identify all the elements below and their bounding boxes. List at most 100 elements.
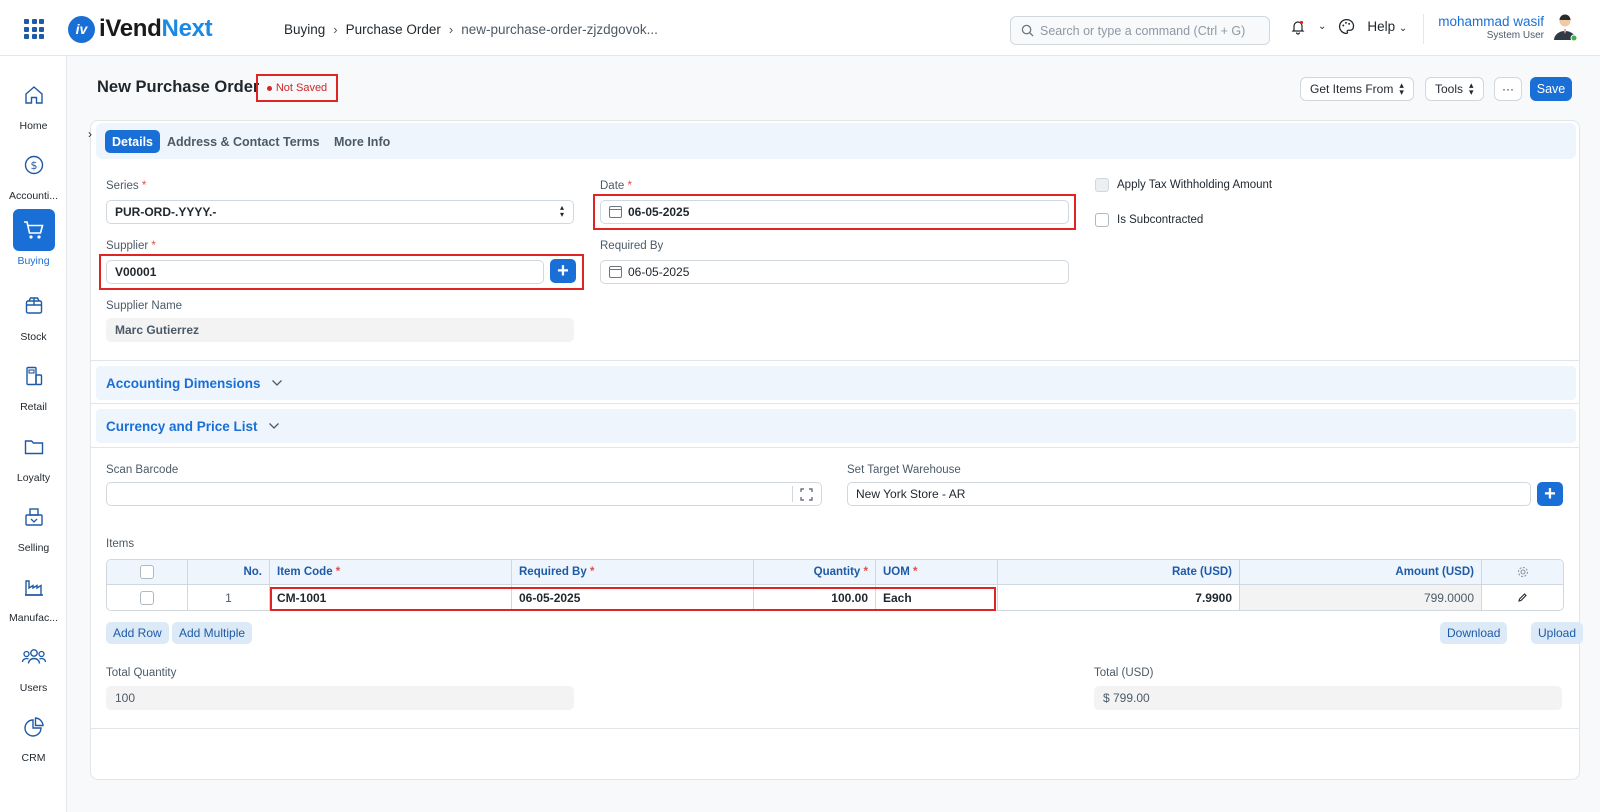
section-divider bbox=[90, 360, 1580, 361]
select-all-cell bbox=[107, 560, 188, 584]
sort-arrows-icon: ▴ ▾ bbox=[1469, 79, 1474, 97]
pos-icon bbox=[13, 355, 55, 397]
supplier-name-field: Marc Gutierrez bbox=[106, 318, 574, 342]
supplier-name-label: Supplier Name bbox=[106, 300, 183, 312]
breadcrumb-current[interactable]: new-purchase-order-zjzdgovok... bbox=[461, 22, 658, 37]
plus-icon: + bbox=[557, 260, 569, 282]
required-by-field[interactable]: 06-05-2025 bbox=[600, 260, 1069, 284]
target-warehouse-field[interactable]: New York Store - AR bbox=[847, 482, 1531, 506]
total-quantity-field: 100 bbox=[106, 686, 574, 710]
highlight-box bbox=[270, 587, 996, 611]
sidebar-item-crm[interactable]: CRM bbox=[0, 706, 67, 764]
breadcrumb-buying[interactable]: Buying bbox=[284, 22, 325, 37]
row-amount: 799.0000 bbox=[1240, 585, 1482, 610]
currency-price-list-section[interactable]: Currency and Price List bbox=[96, 409, 1576, 443]
status-dot-icon bbox=[266, 85, 272, 91]
box-icon bbox=[13, 285, 55, 327]
calendar-icon bbox=[609, 206, 622, 218]
chevron-down-icon bbox=[268, 423, 279, 429]
tab-more-info[interactable]: More Info bbox=[327, 130, 397, 153]
is-subcontracted-checkbox[interactable] bbox=[1095, 213, 1109, 227]
row-checkbox[interactable] bbox=[140, 590, 154, 605]
bell-icon[interactable] bbox=[1290, 19, 1306, 35]
add-warehouse-button[interactable]: + bbox=[1537, 482, 1563, 506]
scan-barcode-input[interactable] bbox=[106, 482, 822, 506]
section-divider bbox=[90, 447, 1580, 448]
date-field[interactable]: 06-05-2025 bbox=[600, 200, 1069, 224]
save-button[interactable]: Save bbox=[1530, 77, 1572, 101]
date-label: Date * bbox=[600, 180, 632, 192]
apps-grid-icon[interactable] bbox=[24, 19, 44, 39]
sidebar-item-manufacturing[interactable]: Manufac... bbox=[0, 566, 67, 624]
user-role: System User bbox=[1486, 30, 1544, 41]
pencil-icon[interactable] bbox=[1517, 592, 1528, 603]
scan-barcode-label: Scan Barcode bbox=[106, 464, 179, 476]
factory-icon bbox=[13, 566, 55, 608]
app-logo[interactable]: iv iVendNext bbox=[68, 15, 213, 43]
svg-text:$: $ bbox=[30, 159, 37, 172]
series-select[interactable]: PUR-ORD-.YYYY.- ▴ ▾ bbox=[106, 200, 574, 224]
total-usd-label: Total (USD) bbox=[1094, 667, 1154, 679]
supplier-field[interactable]: V00001 bbox=[106, 260, 544, 284]
accounting-dimensions-section[interactable]: Accounting Dimensions bbox=[96, 366, 1576, 400]
logo-prefix: iVend bbox=[99, 15, 162, 42]
palette-icon[interactable] bbox=[1338, 18, 1355, 35]
gear-icon[interactable] bbox=[1517, 566, 1529, 578]
chevron-right-icon: › bbox=[448, 22, 454, 37]
row-no: 1 bbox=[188, 585, 270, 610]
col-amount: Amount (USD) bbox=[1240, 560, 1482, 584]
total-quantity-label: Total Quantity bbox=[106, 667, 177, 679]
search-input[interactable]: Search or type a command (Ctrl + G) bbox=[1010, 16, 1270, 45]
sidebar-item-stock[interactable]: Stock bbox=[0, 285, 67, 343]
chevron-down-icon bbox=[271, 380, 282, 386]
page-title: New Purchase Order bbox=[97, 78, 260, 96]
upload-button[interactable]: Upload bbox=[1531, 622, 1584, 644]
logo-mark-icon: iv bbox=[68, 15, 95, 43]
tab-details[interactable]: Details bbox=[105, 130, 160, 153]
get-items-from-button[interactable]: Get Items From ▴ ▾ bbox=[1300, 77, 1414, 101]
tab-terms[interactable]: Terms bbox=[276, 130, 327, 153]
logo-suffix: Next bbox=[161, 15, 213, 42]
apply-tax-checkbox[interactable] bbox=[1095, 178, 1109, 192]
add-multiple-button[interactable]: Add Multiple bbox=[172, 622, 253, 644]
breadcrumb: Buying › Purchase Order › new-purchase-o… bbox=[284, 22, 658, 37]
avatar[interactable] bbox=[1552, 13, 1578, 41]
col-item-code: Item Code * bbox=[270, 560, 512, 584]
row-rate[interactable]: 7.9900 bbox=[998, 585, 1240, 610]
search-placeholder: Search or type a command (Ctrl + G) bbox=[1040, 23, 1246, 38]
user-menu[interactable]: mohammad wasif System User bbox=[1420, 14, 1544, 41]
sort-arrows-icon: ▴ ▾ bbox=[559, 203, 564, 220]
user-name: mohammad wasif bbox=[1438, 14, 1544, 29]
col-quantity: Quantity * bbox=[754, 560, 876, 584]
sidebar-item-selling[interactable]: Selling bbox=[0, 496, 67, 554]
tools-button[interactable]: Tools ▴ ▾ bbox=[1425, 77, 1484, 101]
chevron-down-icon: ⌄ bbox=[1398, 23, 1408, 34]
add-row-button[interactable]: Add Row bbox=[106, 622, 169, 644]
chevron-right-icon: › bbox=[333, 22, 338, 37]
form-tabs: Details Address & Contact Terms More Inf… bbox=[96, 123, 1576, 159]
required-by-label: Required By bbox=[600, 240, 664, 252]
sidebar: Home $ Accounti... Buying Stock Retail L… bbox=[0, 56, 67, 812]
scan-icon bbox=[800, 488, 813, 501]
sidebar-item-retail[interactable]: Retail bbox=[0, 355, 67, 413]
sidebar-item-users[interactable]: Users bbox=[0, 636, 67, 694]
column-settings-cell bbox=[1482, 560, 1563, 584]
select-all-checkbox[interactable] bbox=[140, 565, 154, 579]
download-button[interactable]: Download bbox=[1440, 622, 1508, 644]
sidebar-item-loyalty[interactable]: Loyalty bbox=[0, 426, 67, 484]
more-actions-button[interactable]: ··· bbox=[1494, 77, 1522, 101]
help-menu[interactable]: Help ⌄ bbox=[1367, 19, 1407, 34]
sidebar-item-home[interactable]: Home bbox=[0, 74, 67, 132]
top-navbar: iv iVendNext Buying › Purchase Order › n… bbox=[0, 0, 1600, 56]
sidebar-item-accounting[interactable]: $ Accounti... bbox=[0, 144, 67, 202]
chevron-down-icon[interactable]: ⌄ bbox=[1318, 21, 1326, 32]
sidebar-item-buying[interactable]: Buying bbox=[0, 209, 67, 267]
col-required-by: Required By * bbox=[512, 560, 754, 584]
tab-address-contact[interactable]: Address & Contact bbox=[160, 130, 287, 153]
status-badge: Not Saved bbox=[256, 74, 338, 102]
series-label: Series * bbox=[106, 180, 147, 192]
target-warehouse-label: Set Target Warehouse bbox=[847, 464, 961, 476]
home-icon bbox=[13, 74, 55, 116]
breadcrumb-purchase-order[interactable]: Purchase Order bbox=[346, 22, 441, 37]
add-supplier-button[interactable]: + bbox=[550, 259, 576, 283]
